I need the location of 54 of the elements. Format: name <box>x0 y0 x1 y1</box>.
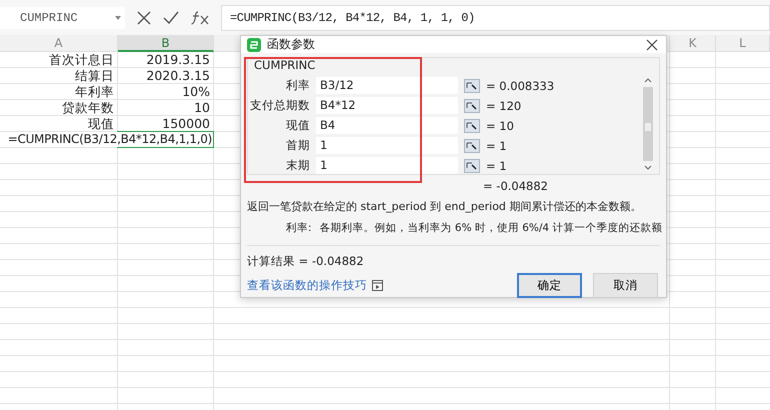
table-cell-text: 2020.3.15 <box>145 68 211 84</box>
table-cell-text: 年利率 <box>74 84 115 100</box>
argument-field[interactable]: 1 <box>316 137 458 154</box>
calculation-result: 计算结果 = -0.04882 <box>247 245 660 269</box>
check-icon[interactable] <box>163 11 179 24</box>
cell-formula: =CUMPRINC(B3/12,B4*12,B4,1,1,0) <box>8 132 212 147</box>
argument-result: = 120 <box>486 98 522 112</box>
close-icon[interactable] <box>646 38 658 50</box>
dialog-title: 函数参数 <box>267 36 315 53</box>
scroll-up-icon[interactable] <box>644 78 652 83</box>
table-cell-text: 首次计息日 <box>48 52 115 68</box>
table-cell-text: 150000 <box>161 116 211 132</box>
scroll-down-icon[interactable] <box>644 165 652 170</box>
ok-button[interactable]: 确定 <box>517 273 582 298</box>
argument-label: 首期 <box>285 138 310 153</box>
argument-result: = 0.008333 <box>486 78 554 92</box>
argument-field[interactable]: 1 <box>316 157 458 174</box>
function-icon[interactable] <box>191 10 209 24</box>
table-cell-text: 10% <box>181 84 211 100</box>
table-cell-text: 结算日 <box>74 68 115 84</box>
argument-field[interactable]: B4*12 <box>316 97 458 114</box>
argument-help-label: 利率: <box>286 221 312 235</box>
caret-icon <box>115 16 121 20</box>
argument-field[interactable]: B4 <box>316 117 458 134</box>
argument-label: 现值 <box>285 118 310 133</box>
function-description: 返回一笔贷款在给定的 start_period 到 end_period 期间累计偿还的本金数额。 <box>247 199 642 214</box>
range-select-icon[interactable] <box>464 118 480 132</box>
table-cell-text: 现值 <box>87 116 115 132</box>
argument-result: = 1 <box>486 138 507 152</box>
formula-field[interactable]: =CUMPRINC(B3/12, B4*12, B4, 1, 1, 0) <box>221 4 770 30</box>
range-select-icon[interactable] <box>464 78 480 92</box>
range-select-icon[interactable] <box>464 158 480 172</box>
argument-label: 末期 <box>285 158 310 173</box>
range-select-icon[interactable] <box>464 138 480 152</box>
column-header[interactable]: B <box>118 35 214 52</box>
scrollbar-track[interactable] <box>643 87 653 161</box>
video-icon[interactable] <box>372 280 383 291</box>
table-cell-text: 10 <box>193 100 211 116</box>
argument-result: = 10 <box>486 118 514 132</box>
argument-field[interactable]: B3/12 <box>316 77 458 94</box>
range-select-icon[interactable] <box>464 98 480 112</box>
argument-label: 支付总期数 <box>249 98 310 113</box>
scroll-thumb[interactable] <box>645 123 651 131</box>
cancel-icon[interactable] <box>137 10 151 24</box>
argument-help: 各期利率。例如，当利率为 6% 时，使用 6%/4 计算一个季度的还款额 <box>320 221 662 235</box>
help-link[interactable]: 查看该函数的操作技巧 <box>247 278 367 293</box>
cancel-button[interactable]: 取消 <box>593 273 658 298</box>
name-box[interactable]: CUMPRINC <box>0 6 125 28</box>
function-name: CUMPRINC <box>254 58 316 72</box>
table-cell-text: 2019.3.15 <box>145 52 211 68</box>
argument-result: = 1 <box>486 158 507 172</box>
argument-label: 利率 <box>285 78 310 93</box>
formula-result: = -0.04882 <box>483 179 549 193</box>
table-cell-text: 贷款年数 <box>61 100 115 116</box>
